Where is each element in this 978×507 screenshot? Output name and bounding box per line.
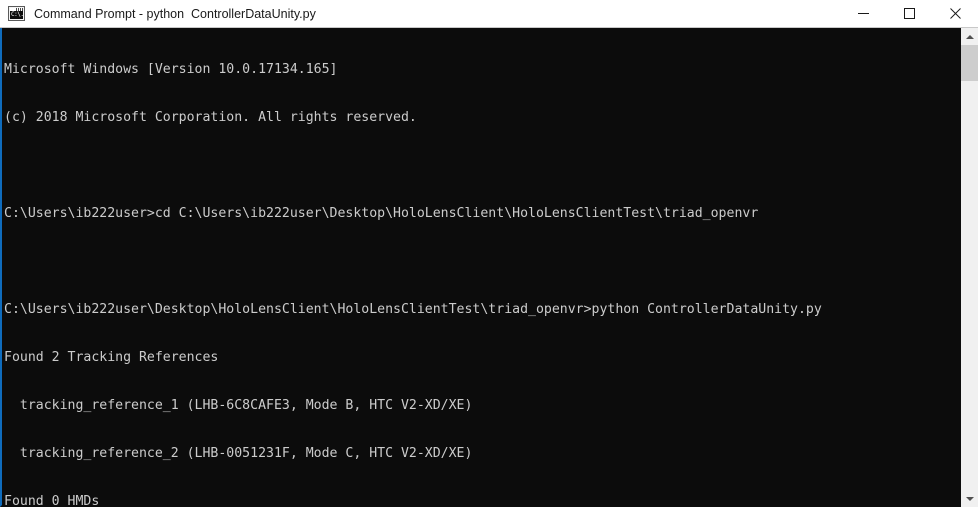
command-prompt-window: C:\. Command Prompt - python ControllerD… [0,0,978,507]
window-controls [840,0,978,27]
minimize-button[interactable] [840,0,886,27]
console-line: (c) 2018 Microsoft Corporation. All righ… [4,110,417,125]
scroll-up-button[interactable] [961,28,978,45]
maximize-icon [903,8,915,19]
maximize-button[interactable] [886,0,932,27]
icon-prompt-glyph: C:\. [10,11,23,19]
console-output-area[interactable]: Microsoft Windows [Version 10.0.17134.16… [0,28,978,507]
scroll-down-icon [965,496,974,501]
scroll-up-icon [965,34,974,39]
command-prompt-icon[interactable]: C:\. [8,6,25,21]
window-title: Command Prompt - python ControllerDataUn… [34,6,316,21]
console-line: Microsoft Windows [Version 10.0.17134.16… [4,62,338,77]
close-button[interactable] [932,0,978,27]
console-line: C:\Users\ib222user\Desktop\HoloLensClien… [4,302,822,317]
console-line: Found 0 HMDs [4,494,100,507]
vertical-scrollbar[interactable] [961,28,978,507]
scroll-down-button[interactable] [961,490,978,507]
console-line: C:\Users\ib222user>cd C:\Users\ib222user… [4,206,759,221]
console-line: tracking_reference_2 (LHB-0051231F, Mode… [4,446,473,461]
console-line: Found 2 Tracking References [4,350,219,365]
close-icon [949,8,961,19]
console-line: tracking_reference_1 (LHB-6C8CAFE3, Mode… [4,398,473,413]
minimize-icon [857,13,869,14]
console-text: Microsoft Windows [Version 10.0.17134.16… [4,30,944,507]
title-bar[interactable]: C:\. Command Prompt - python ControllerD… [0,0,978,28]
scrollbar-thumb[interactable] [961,45,978,81]
